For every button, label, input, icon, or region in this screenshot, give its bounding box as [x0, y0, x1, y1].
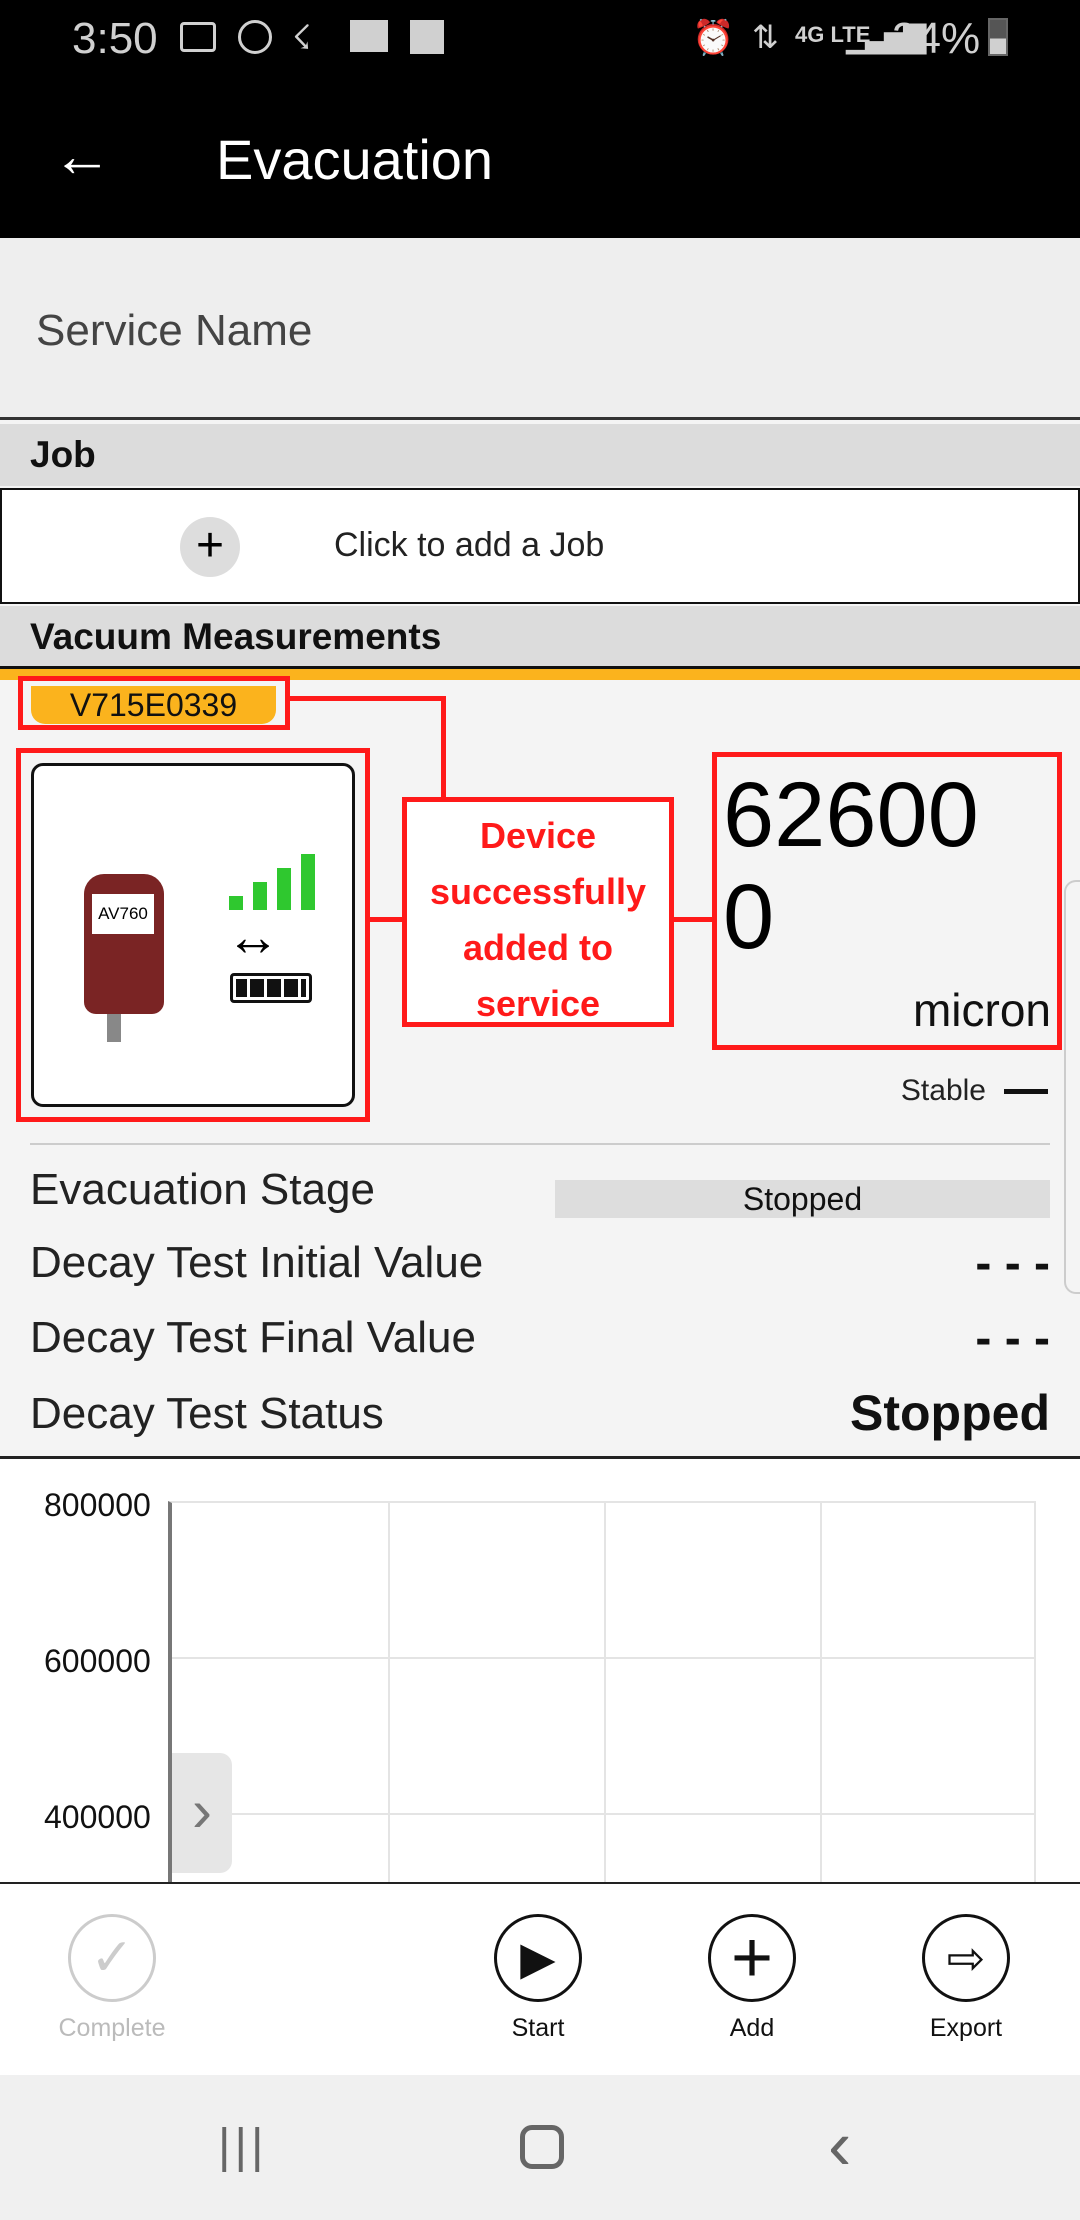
decay-final-value: - - - — [975, 1312, 1050, 1365]
connection-arrow-icon: ↔ — [226, 907, 280, 967]
device-card[interactable]: AV760 ↔ — [31, 763, 355, 1107]
decay-initial-label: Decay Test Initial Value — [30, 1238, 484, 1287]
alarm-icon: ⏰ — [692, 19, 735, 57]
reading-unit: micron — [912, 984, 1051, 1036]
bottom-action-bar: ✓ Complete ▶ Start + Add ⇨ Export — [0, 1882, 1080, 2075]
y-tick-label: 400000 — [44, 1799, 151, 1835]
battery-full-icon — [230, 973, 312, 1003]
gauge-device-icon: AV760 — [84, 874, 164, 1014]
add-job-label: Click to add a Job — [334, 526, 605, 564]
y-tick-label: 800000 — [44, 1487, 151, 1523]
y-tick-label: 600000 — [44, 1643, 151, 1679]
grid-line — [172, 1813, 1034, 1815]
plus-icon: + — [180, 517, 240, 577]
annotation-connector — [288, 696, 446, 701]
start-label: Start — [511, 2014, 565, 2042]
clock: 3:50 — [72, 14, 158, 63]
grid-line — [604, 1503, 606, 1882]
decay-status-label: Decay Test Status — [30, 1389, 384, 1438]
chart-plot-area — [168, 1501, 1036, 1882]
account-icon — [238, 20, 272, 54]
gauge-fitting — [107, 1014, 121, 1042]
export-button[interactable]: ⇨ Export — [896, 1914, 1036, 2043]
add-button[interactable]: + Add — [682, 1914, 822, 2043]
page-title: Evacuation — [216, 128, 494, 191]
battery-percent: 34% — [892, 14, 981, 63]
back-icon[interactable]: ‹ — [828, 2105, 851, 2185]
service-name-field[interactable]: Service Name — [0, 238, 1080, 420]
status-bar: 3:50 ☇ ⏰ ⇅ 4G LTE ▁▃▅▇ 34% — [0, 0, 1080, 85]
play-icon: ▶ — [494, 1914, 582, 2002]
job-header: Job — [0, 424, 1080, 486]
complete-label: Complete — [58, 2014, 166, 2042]
device-id-badge[interactable]: V715E0339 — [31, 686, 276, 724]
stability-label: Stable — [900, 1074, 986, 1107]
plus-icon: + — [708, 1914, 796, 2002]
evacuation-stage-value: Stopped — [555, 1180, 1050, 1218]
side-drawer-handle[interactable] — [1064, 880, 1080, 1294]
device-status-highlight: AV760 ↔ — [16, 748, 370, 1122]
add-label: Add — [729, 2014, 775, 2042]
message-icon — [180, 22, 216, 52]
device-id-highlight: V715E0339 — [18, 676, 290, 730]
device-model: AV760 — [92, 894, 154, 934]
service-name-placeholder: Service Name — [36, 306, 313, 355]
decay-final-label: Decay Test Final Value — [30, 1313, 476, 1362]
reading-highlight: 62600 0 micron — [712, 752, 1062, 1050]
grid-line — [172, 1657, 1034, 1659]
system-nav-bar: ||| ‹ — [0, 2075, 1080, 2220]
recent-apps-icon[interactable]: ||| — [218, 2119, 267, 2174]
start-button[interactable]: ▶ Start — [468, 1914, 608, 2043]
battery-icon — [988, 18, 1008, 56]
app-toolbar: ← Evacuation — [0, 85, 1080, 238]
grid-line — [820, 1503, 822, 1882]
chevron-right-icon[interactable]: › — [172, 1753, 232, 1873]
email-icon — [350, 20, 388, 52]
home-icon[interactable] — [520, 2125, 564, 2169]
device-added-callout: Device successfully added to service — [402, 797, 674, 1027]
divider — [30, 1143, 1050, 1145]
measurement-chart: 800000 600000 400000 › — [0, 1456, 1080, 1882]
check-icon: ✓ — [68, 1914, 156, 2002]
annotation-connector — [670, 917, 716, 922]
signal-strength-icon — [229, 854, 324, 910]
reading-value-line2: 0 — [723, 866, 775, 968]
gallery-icon — [410, 20, 444, 54]
annotation-connector — [441, 696, 446, 802]
vacuum-measurements-header: Vacuum Measurements — [0, 606, 1080, 668]
missed-call-icon: ☇ — [292, 19, 312, 57]
decay-initial-value: - - - — [975, 1237, 1050, 1290]
stable-trend-icon — [1004, 1089, 1048, 1094]
evacuation-stage-label: Evacuation Stage — [30, 1165, 375, 1214]
export-icon: ⇨ — [922, 1914, 1010, 2002]
wifi-icon: ⇅ — [752, 19, 779, 55]
export-label: Export — [929, 2014, 1003, 2042]
decay-status-value: Stopped — [850, 1385, 1050, 1441]
add-job-button[interactable]: + Click to add a Job — [0, 488, 1080, 604]
complete-button[interactable]: ✓ Complete — [42, 1914, 182, 2043]
reading-value-line1: 62600 — [723, 764, 979, 866]
back-arrow-icon[interactable]: ← — [52, 121, 112, 190]
grid-line — [388, 1503, 390, 1882]
